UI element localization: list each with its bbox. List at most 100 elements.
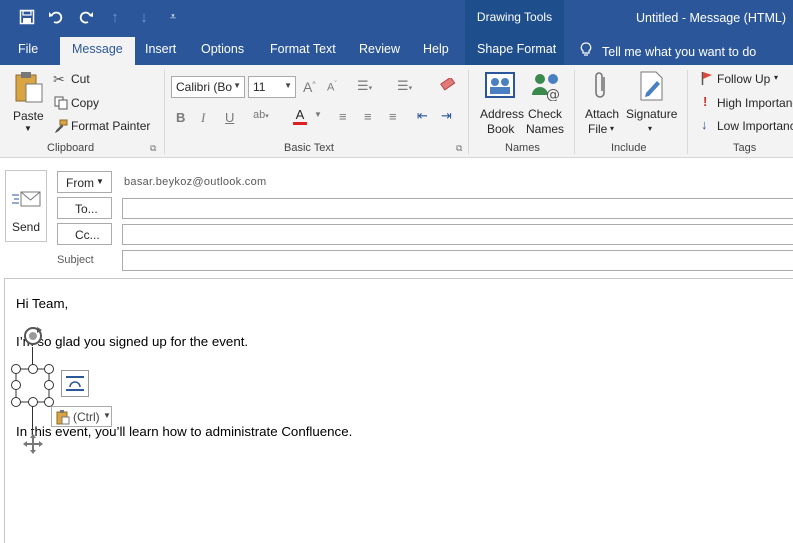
- attach-file-label-1: Attach: [585, 107, 620, 121]
- attach-file-button[interactable]: Attach File ▾: [582, 71, 624, 141]
- window-title: Untitled - Message (HTML): [636, 11, 787, 25]
- separator: [574, 70, 575, 154]
- tab-insert[interactable]: Insert: [145, 42, 176, 56]
- customize-icon[interactable]: ⩡: [163, 7, 183, 27]
- subject-field[interactable]: [122, 250, 793, 271]
- cut-label: Cut: [71, 72, 90, 86]
- send-button[interactable]: Send: [5, 170, 47, 242]
- font-name-value: Calibri (Bo: [176, 80, 233, 94]
- check-names-button[interactable]: @ Check Names: [525, 71, 567, 137]
- down-icon[interactable]: ↓: [134, 7, 154, 27]
- font-size-value: 11: [253, 80, 266, 94]
- tab-help[interactable]: Help: [423, 42, 449, 56]
- clipboard-group-label: Clipboard: [47, 142, 95, 154]
- rotate-handle-icon[interactable]: [22, 325, 44, 350]
- to-field[interactable]: [122, 198, 793, 219]
- tab-shape-format[interactable]: Shape Format: [465, 34, 564, 65]
- align-left-icon[interactable]: ≡: [339, 109, 347, 124]
- chevron-down-icon: ▾: [610, 124, 615, 133]
- grow-font-icon[interactable]: A^: [303, 79, 316, 95]
- from-label: From: [66, 176, 94, 190]
- svg-text:@: @: [546, 87, 560, 101]
- low-importance-button[interactable]: ↓ Low Importance: [699, 117, 793, 135]
- up-icon[interactable]: ↑: [105, 7, 125, 27]
- drawing-tools-label: Drawing Tools: [476, 10, 553, 24]
- format-painter-button[interactable]: Format Painter: [53, 117, 153, 135]
- tab-options[interactable]: Options: [201, 42, 244, 56]
- copy-button[interactable]: Copy: [53, 94, 103, 112]
- resize-handle[interactable]: [28, 397, 38, 407]
- save-icon[interactable]: [17, 7, 37, 27]
- shrink-font-icon[interactable]: Aˇ: [327, 81, 337, 94]
- paste-dropdown-icon: ▼: [24, 124, 32, 133]
- chevron-down-icon[interactable]: ▼: [314, 110, 322, 119]
- resize-handle[interactable]: [28, 364, 38, 374]
- bold-icon[interactable]: B: [176, 110, 185, 125]
- paste-options-button[interactable]: (Ctrl) ▼: [51, 406, 112, 427]
- from-button[interactable]: From ▼: [57, 171, 112, 193]
- redo-icon[interactable]: [76, 7, 96, 27]
- chevron-down-icon: ▾: [774, 73, 779, 82]
- follow-up-label: Follow Up: [717, 72, 771, 86]
- clipboard-launcher-icon[interactable]: ⧉: [150, 143, 156, 154]
- underline-icon[interactable]: U: [225, 110, 234, 125]
- decrease-indent-icon[interactable]: ⇤: [417, 108, 428, 124]
- cc-button[interactable]: Cc...: [57, 223, 112, 245]
- clear-formatting-icon[interactable]: [439, 76, 457, 95]
- send-label: Send: [12, 220, 41, 234]
- chevron-down-icon: ▾: [648, 124, 653, 133]
- tags-group-label: Tags: [733, 142, 757, 154]
- tab-file[interactable]: File: [18, 42, 38, 56]
- address-book-icon: [484, 71, 516, 104]
- align-center-icon[interactable]: ≡: [364, 109, 372, 124]
- bullets-icon[interactable]: ☰▾: [357, 78, 372, 94]
- signature-button[interactable]: Signature ▾: [626, 71, 680, 141]
- message-body[interactable]: [4, 278, 793, 543]
- align-right-icon[interactable]: ≡: [389, 109, 397, 124]
- signature-label: Signature: [626, 107, 678, 121]
- resize-handle[interactable]: [44, 364, 54, 374]
- undo-icon[interactable]: [46, 7, 66, 27]
- resize-handle[interactable]: [44, 380, 54, 390]
- resize-handle[interactable]: [11, 364, 21, 374]
- resize-handle[interactable]: [11, 397, 21, 407]
- clipboard-icon: [55, 409, 71, 428]
- layout-options-icon[interactable]: [61, 370, 89, 397]
- font-name-combo[interactable]: Calibri (Bo ▼: [171, 76, 245, 98]
- lightbulb-icon: [580, 42, 592, 59]
- attach-file-label-2: File: [588, 122, 608, 136]
- follow-up-button[interactable]: Follow Up ▾: [699, 71, 793, 89]
- chevron-down-icon: ▼: [233, 81, 241, 90]
- font-color-icon[interactable]: A: [293, 107, 307, 125]
- include-group-label: Include: [611, 142, 647, 154]
- chevron-down-icon: ▼: [284, 81, 292, 90]
- font-size-combo[interactable]: 11 ▼: [248, 76, 296, 98]
- increase-indent-icon[interactable]: ⇥: [441, 108, 452, 124]
- cc-field[interactable]: [122, 224, 793, 245]
- high-importance-button[interactable]: ! High Importance: [699, 94, 793, 112]
- address-book-button[interactable]: Address Book: [477, 71, 524, 137]
- names-group-label: Names: [505, 142, 540, 154]
- to-button[interactable]: To...: [57, 197, 112, 219]
- cut-button[interactable]: ✂ Cut: [53, 71, 103, 89]
- paste-label: Paste: [13, 109, 44, 123]
- paste-button[interactable]: Paste ▼: [10, 71, 46, 137]
- separator: [687, 70, 688, 154]
- numbering-icon[interactable]: ☰▾: [397, 78, 412, 94]
- copy-icon: [54, 96, 68, 113]
- drawing-tools-context: Drawing Tools: [465, 0, 564, 34]
- separator: [164, 70, 165, 154]
- selected-shape[interactable]: [10, 322, 60, 454]
- tab-review[interactable]: Review: [359, 42, 400, 56]
- move-handle-icon[interactable]: [21, 432, 45, 459]
- address-book-label-2: Book: [487, 122, 515, 136]
- basic-text-launcher-icon[interactable]: ⧉: [456, 143, 462, 154]
- highlight-icon[interactable]: ab▾: [253, 109, 269, 121]
- tab-message[interactable]: Message: [60, 37, 135, 65]
- italic-icon[interactable]: I: [201, 110, 205, 126]
- tell-me-search[interactable]: Tell me what you want to do: [580, 42, 756, 59]
- signature-icon: [638, 71, 666, 104]
- resize-handle[interactable]: [11, 380, 21, 390]
- chevron-down-icon: ▼: [96, 177, 104, 186]
- tab-format-text[interactable]: Format Text: [270, 42, 336, 56]
